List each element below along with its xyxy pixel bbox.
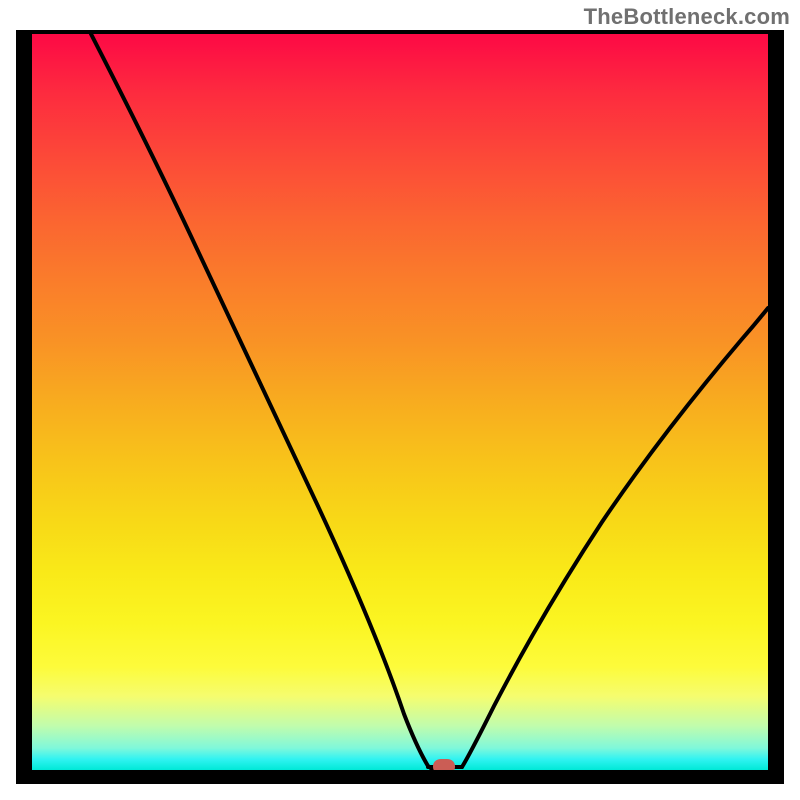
watermark-text: TheBottleneck.com (584, 4, 790, 30)
chart-curve-left (91, 34, 432, 769)
chart-curve (32, 34, 768, 770)
chart-minimum-marker (433, 759, 455, 770)
chart-plot-area (32, 34, 768, 770)
chart-frame (16, 30, 784, 784)
chart-curve-right (462, 308, 768, 767)
